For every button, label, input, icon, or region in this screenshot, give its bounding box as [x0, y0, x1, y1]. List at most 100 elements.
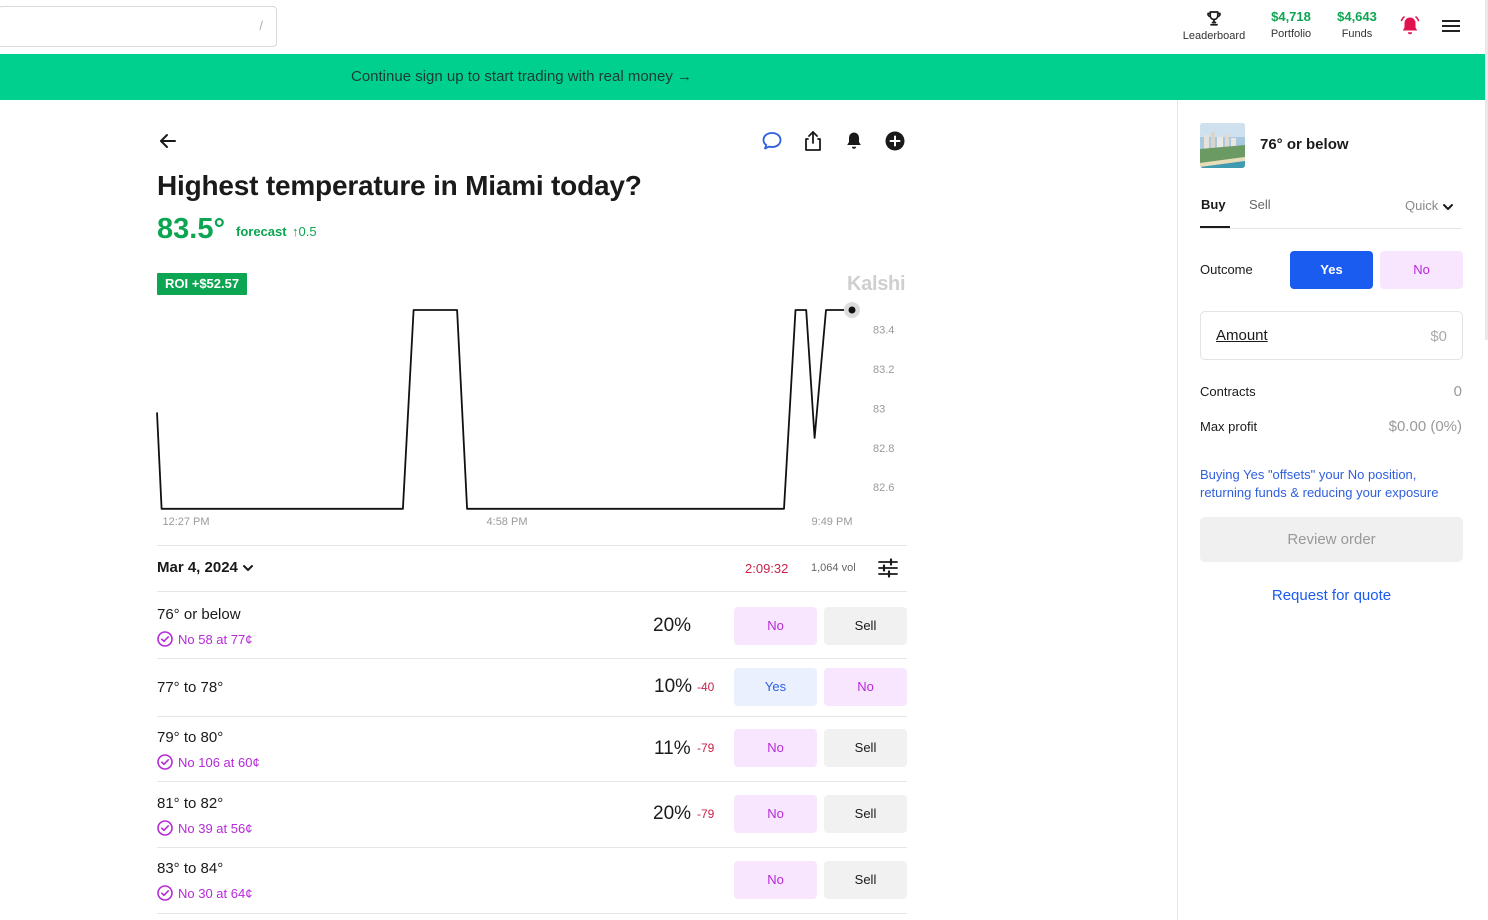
search-input[interactable]: /: [0, 6, 277, 47]
buy-no-button[interactable]: No: [734, 795, 817, 833]
sell-button[interactable]: Sell: [824, 729, 907, 767]
position-summary: No 58 at 77¢: [157, 631, 252, 647]
y-tick-label: 82.8: [873, 443, 894, 455]
sell-button[interactable]: Sell: [824, 861, 907, 899]
position-text: No 30 at 64¢: [178, 886, 253, 901]
contracts-value: 0: [1453, 383, 1462, 400]
amount-value: $0: [1430, 328, 1447, 345]
outcome-label: 76° or below: [157, 606, 241, 623]
position-text: No 58 at 77¢: [178, 632, 253, 647]
tab-divider: [1200, 228, 1462, 229]
outcome-chance: 11%: [654, 738, 691, 759]
divider: [157, 545, 907, 546]
back-button[interactable]: [158, 131, 180, 151]
tab-buy[interactable]: Buy: [1201, 197, 1226, 212]
order-mode-label: Quick: [1405, 198, 1439, 213]
position-summary: No 30 at 64¢: [157, 885, 252, 901]
outcome-label: 79° to 80°: [157, 729, 224, 746]
position-text: No 39 at 56¢: [178, 821, 253, 836]
divider: [157, 913, 907, 914]
divider: [157, 781, 907, 782]
last-point-marker: [848, 306, 856, 314]
y-tick-label: 83.4: [873, 325, 894, 337]
check-circle-icon: [157, 885, 173, 901]
menu-line-icon: [1442, 25, 1460, 27]
position-text: No 106 at 60¢: [178, 755, 260, 770]
active-tab-indicator: [1200, 226, 1230, 228]
amount-field[interactable]: Amount $0: [1200, 311, 1463, 360]
outcome-yes-button[interactable]: Yes: [1290, 251, 1373, 289]
leaderboard-label: Leaderboard: [1182, 30, 1246, 42]
outcome-no-button[interactable]: No: [1380, 251, 1463, 289]
forecast-label: forecast: [236, 224, 287, 239]
order-mode-dropdown[interactable]: Quick: [1405, 198, 1454, 213]
funds-value: $4,643: [1337, 9, 1377, 24]
position-summary: No 106 at 60¢: [157, 754, 260, 770]
chance-delta: -40: [697, 680, 715, 694]
alert-button[interactable]: [843, 130, 865, 152]
funds-link[interactable]: $4,643 Funds: [1330, 8, 1384, 42]
y-tick-label: 82.6: [873, 482, 894, 494]
offset-info-note: Buying Yes "offsets" your No position, r…: [1200, 467, 1439, 500]
bell-icon: [847, 132, 861, 149]
amount-label: Amount: [1216, 327, 1268, 344]
countdown-timer: 2:09:32: [745, 561, 789, 576]
arrow-left-icon: [160, 134, 176, 148]
buy-no-button[interactable]: No: [824, 668, 907, 706]
share-icon: [805, 131, 821, 151]
sell-button[interactable]: Sell: [824, 795, 907, 833]
leaderboard-link[interactable]: Leaderboard: [1178, 8, 1250, 44]
volume-label: 1,064 vol: [811, 562, 856, 574]
portfolio-link[interactable]: $4,718 Portfolio: [1262, 8, 1320, 42]
review-order-button[interactable]: Review order: [1200, 517, 1463, 562]
search-shortcut-hint: /: [259, 18, 263, 33]
share-button[interactable]: [802, 130, 824, 152]
sell-button[interactable]: Sell: [824, 607, 907, 645]
buy-no-button[interactable]: No: [734, 607, 817, 645]
continue-signup-link[interactable]: Continue sign up to start trading with r…: [351, 68, 692, 85]
series-line: [156, 309, 852, 510]
add-to-watchlist-button[interactable]: [884, 130, 906, 152]
divider: [157, 658, 907, 659]
chance-delta: -79: [697, 741, 715, 755]
outcome-chance: 20%: [653, 803, 692, 824]
y-tick-label: 83.2: [873, 364, 894, 376]
outcome-chance: 10%: [654, 676, 693, 697]
x-tick-label: 9:49 PM: [812, 516, 853, 528]
check-circle-icon: [157, 631, 173, 647]
outcome-label: 81° to 82°: [157, 795, 224, 812]
buy-no-button[interactable]: No: [734, 729, 817, 767]
forecast-chart[interactable]: 83.4 83.2 83 82.8 82.6 12:27 PM 4:58 PM 9:49 PM: [150, 290, 910, 540]
funds-label: Funds: [1341, 28, 1373, 40]
top-bar: / Leaderboard $4,718 Portfolio $4,643 Fu…: [0, 0, 1488, 54]
date-selector[interactable]: Mar 4, 2024: [157, 559, 254, 576]
x-tick-label: 12:27 PM: [162, 516, 209, 528]
market-thumbnail: [1200, 123, 1245, 168]
tab-sell[interactable]: Sell: [1249, 197, 1271, 212]
outcome-label: 77° to 78°: [157, 679, 224, 696]
chance-delta: -79: [697, 807, 715, 821]
hamburger-menu-button[interactable]: [1440, 17, 1462, 35]
filter-settings-button[interactable]: [877, 558, 899, 578]
outcome-label: 83° to 84°: [157, 860, 224, 877]
forecast-value: 83.5°: [157, 213, 226, 245]
menu-line-icon: [1442, 20, 1460, 22]
divider: [157, 847, 907, 848]
portfolio-value: $4,718: [1271, 9, 1311, 24]
y-tick-label: 83: [873, 403, 885, 415]
comments-button[interactable]: [761, 130, 783, 152]
buy-no-button[interactable]: No: [734, 861, 817, 899]
forecast-change: ↑0.5: [292, 224, 317, 239]
max-profit-label: Max profit: [1200, 419, 1258, 434]
request-for-quote-link[interactable]: Request for quote: [1200, 587, 1463, 604]
portfolio-label: Portfolio: [1270, 28, 1312, 40]
check-circle-icon: [157, 754, 173, 770]
notifications-button[interactable]: [1398, 15, 1422, 37]
order-panel-title: 76° or below: [1260, 136, 1349, 153]
buy-yes-button[interactable]: Yes: [734, 668, 817, 706]
sliders-icon: [878, 558, 898, 578]
date-label: Mar 4, 2024: [157, 559, 238, 576]
menu-line-icon: [1442, 30, 1460, 32]
x-tick-label: 4:58 PM: [487, 516, 528, 528]
market-title: Highest temperature in Miami today?: [157, 170, 642, 201]
